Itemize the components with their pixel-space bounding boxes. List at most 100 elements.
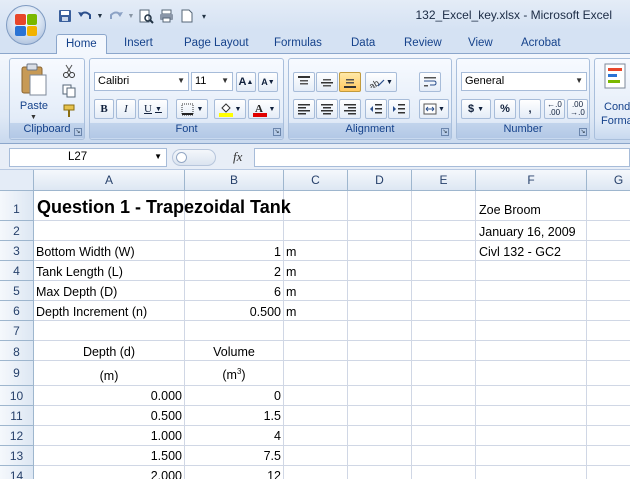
- cell-b3[interactable]: 1: [185, 245, 281, 259]
- align-right-button[interactable]: [339, 99, 361, 119]
- undo-dropdown-icon[interactable]: ▼: [96, 8, 104, 24]
- cell-a9[interactable]: (m): [34, 369, 184, 383]
- tab-formulas[interactable]: Formulas: [265, 34, 331, 54]
- wrap-text-button[interactable]: [419, 72, 441, 92]
- row-header-12[interactable]: 12: [0, 426, 34, 446]
- conditional-formatting-button[interactable]: Cond Forma: [601, 63, 630, 127]
- cut-icon[interactable]: [62, 64, 76, 81]
- cell-a14[interactable]: 2.000: [34, 469, 182, 479]
- tab-acrobat[interactable]: Acrobat: [512, 34, 570, 54]
- row-header-13[interactable]: 13: [0, 446, 34, 466]
- align-left-button[interactable]: [293, 99, 315, 119]
- row-header-3[interactable]: 3: [0, 241, 34, 261]
- increase-decimal-button[interactable]: ←.0 .00: [544, 99, 565, 119]
- clipboard-launcher-icon[interactable]: ↘: [74, 128, 82, 136]
- cell-b4[interactable]: 2: [185, 265, 281, 279]
- format-painter-icon[interactable]: [62, 104, 76, 121]
- number-format-select[interactable]: General ▼: [461, 72, 587, 91]
- cell-a6[interactable]: Depth Increment (n): [36, 305, 147, 319]
- cell-f3[interactable]: Civl 132 - GC2: [479, 245, 561, 259]
- font-name-select[interactable]: Calibri ▼: [94, 72, 189, 91]
- cell-c5[interactable]: m: [286, 285, 296, 299]
- comma-button[interactable]: ,: [519, 99, 541, 119]
- column-header-a[interactable]: A: [34, 170, 185, 191]
- column-header-d[interactable]: D: [348, 170, 412, 191]
- shrink-font-button[interactable]: A ▼: [258, 72, 278, 92]
- formula-collapse-handle[interactable]: [172, 149, 216, 166]
- insert-function-icon[interactable]: fx: [233, 149, 242, 165]
- tab-page-layout[interactable]: Page Layout: [175, 34, 258, 54]
- currency-button[interactable]: $ ▼: [461, 99, 491, 119]
- cell-b6[interactable]: 0.500: [185, 305, 281, 319]
- row-header-4[interactable]: 4: [0, 261, 34, 281]
- column-header-e[interactable]: E: [412, 170, 476, 191]
- decrease-decimal-button[interactable]: .00 →.0: [567, 99, 588, 119]
- cell-c4[interactable]: m: [286, 265, 296, 279]
- cell-c6[interactable]: m: [286, 305, 296, 319]
- tab-insert[interactable]: Insert: [115, 34, 162, 54]
- top-align-button[interactable]: [293, 72, 315, 92]
- row-header-6[interactable]: 6: [0, 301, 34, 321]
- copy-icon[interactable]: [62, 84, 76, 101]
- cell-c3[interactable]: m: [286, 245, 296, 259]
- cell-b11[interactable]: 1.5: [185, 409, 281, 423]
- cell-a1[interactable]: Question 1 - Trapezoidal Tank: [37, 197, 291, 218]
- quick-print-icon[interactable]: [158, 8, 175, 24]
- underline-button[interactable]: U ▼: [138, 99, 168, 119]
- column-header-c[interactable]: C: [284, 170, 348, 191]
- cell-b8[interactable]: Volume: [185, 345, 283, 359]
- row-header-7[interactable]: 7: [0, 321, 34, 341]
- italic-button[interactable]: I: [116, 99, 136, 119]
- undo-icon[interactable]: [76, 8, 93, 24]
- merge-center-button[interactable]: ▼: [419, 99, 449, 119]
- cell-a3[interactable]: Bottom Width (W): [36, 245, 135, 259]
- fill-color-button[interactable]: ▼: [214, 99, 246, 119]
- row-header-11[interactable]: 11: [0, 406, 34, 426]
- column-header-b[interactable]: B: [185, 170, 284, 191]
- cell-a4[interactable]: Tank Length (L): [36, 265, 123, 279]
- cell-a5[interactable]: Max Depth (D): [36, 285, 117, 299]
- paste-button[interactable]: Paste ▼: [17, 63, 51, 121]
- name-box[interactable]: L27 ▼: [9, 148, 167, 167]
- row-header-10[interactable]: 10: [0, 386, 34, 406]
- tab-review[interactable]: Review: [395, 34, 451, 54]
- grow-font-button[interactable]: A ▲: [236, 72, 256, 92]
- increase-indent-button[interactable]: [388, 99, 410, 119]
- save-icon[interactable]: [56, 8, 73, 24]
- cell-f2[interactable]: January 16, 2009: [479, 225, 576, 239]
- row-header-9[interactable]: 9: [0, 361, 34, 386]
- tab-view[interactable]: View: [459, 34, 502, 54]
- row-header-5[interactable]: 5: [0, 281, 34, 301]
- row-header-8[interactable]: 8: [0, 341, 34, 361]
- row-header-2[interactable]: 2: [0, 221, 34, 241]
- cell-b10[interactable]: 0: [185, 389, 281, 403]
- number-launcher-icon[interactable]: ↘: [579, 128, 587, 136]
- row-header-1[interactable]: 1: [0, 191, 34, 221]
- row-header-14[interactable]: 14: [0, 466, 34, 479]
- orientation-button[interactable]: ab ▼: [365, 72, 397, 92]
- percent-button[interactable]: %: [494, 99, 516, 119]
- alignment-launcher-icon[interactable]: ↘: [441, 128, 449, 136]
- middle-align-button[interactable]: [316, 72, 338, 92]
- font-color-button[interactable]: A ▼: [248, 99, 280, 119]
- cell-b12[interactable]: 4: [185, 429, 281, 443]
- redo-dropdown-icon[interactable]: ▼: [127, 8, 135, 24]
- cell-b9[interactable]: (m3): [185, 367, 283, 382]
- cell-a13[interactable]: 1.500: [34, 449, 182, 463]
- column-header-g[interactable]: G: [587, 170, 630, 191]
- formula-input[interactable]: [254, 148, 630, 167]
- cell-b14[interactable]: 12: [185, 469, 281, 479]
- new-document-icon[interactable]: [178, 8, 195, 24]
- align-center-button[interactable]: [316, 99, 338, 119]
- borders-button[interactable]: ▼: [176, 99, 208, 119]
- tab-data[interactable]: Data: [342, 34, 384, 54]
- bottom-align-button[interactable]: [339, 72, 361, 92]
- redo-icon[interactable]: [107, 8, 124, 24]
- font-launcher-icon[interactable]: ↘: [273, 128, 281, 136]
- font-size-select[interactable]: 11 ▼: [191, 72, 233, 91]
- cell-a12[interactable]: 1.000: [34, 429, 182, 443]
- bold-button[interactable]: B: [94, 99, 114, 119]
- print-preview-icon[interactable]: [138, 8, 155, 24]
- cell-b5[interactable]: 6: [185, 285, 281, 299]
- select-all-corner[interactable]: [0, 170, 34, 191]
